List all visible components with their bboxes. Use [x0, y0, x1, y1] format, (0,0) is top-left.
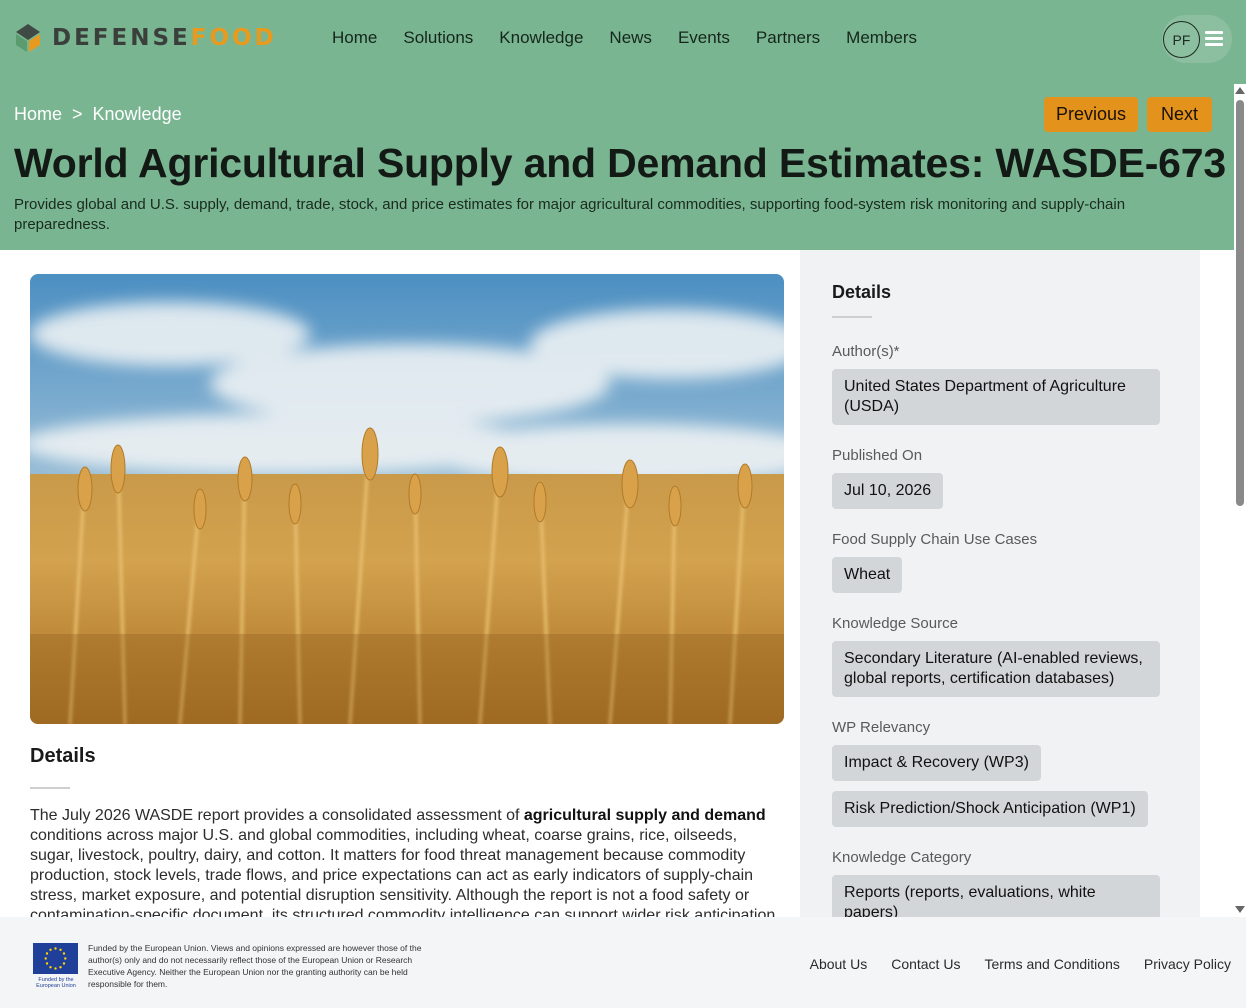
wp-relevancy-label: WP Relevancy — [832, 719, 931, 736]
use-case-chip: Wheat — [832, 557, 903, 593]
avatar[interactable]: PF — [1163, 21, 1200, 58]
published-chip: Jul 10, 2026 — [832, 473, 944, 509]
scrollbar-thumb[interactable] — [1236, 100, 1244, 506]
breadcrumb: Home > Knowledge — [14, 104, 182, 125]
page-title: World Agricultural Supply and Demand Est… — [14, 140, 1226, 186]
page-subtitle: Provides global and U.S. supply, demand,… — [14, 196, 1126, 233]
hamburger-menu-icon[interactable] — [1205, 31, 1223, 47]
eu-disclaimer: Funded by the European Union. Views and … — [88, 943, 422, 989]
knowledge-source-chip: Secondary Literature (AI-enabled reviews… — [832, 641, 1160, 697]
eu-flag-icon — [33, 943, 78, 974]
use-cases-label: Food Supply Chain Use Cases — [832, 531, 1038, 548]
nav-events[interactable]: Events — [678, 28, 730, 48]
authors-label: Author(s)* — [832, 343, 900, 360]
wp-chip-impact: Impact & Recovery (WP3) — [832, 745, 1041, 781]
next-button[interactable]: Next — [1147, 97, 1212, 132]
scroll-up-arrow-icon[interactable] — [1235, 87, 1245, 94]
logo-text: DEFENSEFOOD — [52, 25, 277, 51]
previous-button[interactable]: Previous — [1044, 97, 1138, 132]
authors-chip: United States Department of Agriculture … — [832, 369, 1160, 425]
nav-knowledge[interactable]: Knowledge — [499, 28, 583, 48]
logo-mark-icon — [16, 24, 40, 52]
footer-link-contact[interactable]: Contact Us — [891, 956, 960, 972]
footer-link-privacy[interactable]: Privacy Policy — [1144, 956, 1231, 972]
knowledge-category-label: Knowledge Category — [832, 849, 972, 866]
knowledge-category-chip: Reports (reports, evaluations, white pap… — [832, 875, 1160, 917]
details-heading: Details — [30, 745, 96, 767]
wp-chip-risk: Risk Prediction/Shock Anticipation (WP1) — [832, 791, 1148, 827]
nav-home[interactable]: Home — [332, 28, 377, 48]
eu-caption: Funded by the European Union — [36, 977, 76, 989]
nav-partners[interactable]: Partners — [756, 28, 820, 48]
footer-link-terms[interactable]: Terms and Conditions — [984, 956, 1119, 972]
details-sidebar: Details Author(s)* United States Departm… — [800, 250, 1200, 917]
site-logo[interactable]: DEFENSEFOOD — [14, 22, 277, 54]
published-label: Published On — [832, 447, 923, 464]
footer-links: About Us Contact Us Terms and Conditions… — [810, 956, 1231, 972]
breadcrumb-home[interactable]: Home — [14, 104, 62, 125]
breadcrumb-separator: > — [72, 104, 83, 124]
scroll-down-arrow-icon[interactable] — [1235, 906, 1245, 913]
knowledge-source-label: Knowledge Source — [832, 615, 958, 632]
main-nav: Home Solutions Knowledge News Events Par… — [332, 28, 917, 48]
details-body: The July 2026 WASDE report provides a co… — [30, 807, 776, 917]
sidebar-heading: Details — [832, 282, 892, 302]
nav-solutions[interactable]: Solutions — [403, 28, 473, 48]
footer-link-about[interactable]: About Us — [810, 956, 868, 972]
breadcrumb-knowledge[interactable]: Knowledge — [93, 104, 182, 125]
heading-divider — [30, 787, 70, 789]
sidebar-divider — [832, 316, 872, 318]
nav-members[interactable]: Members — [846, 28, 917, 48]
hero-image — [30, 274, 784, 724]
nav-news[interactable]: News — [609, 28, 652, 48]
